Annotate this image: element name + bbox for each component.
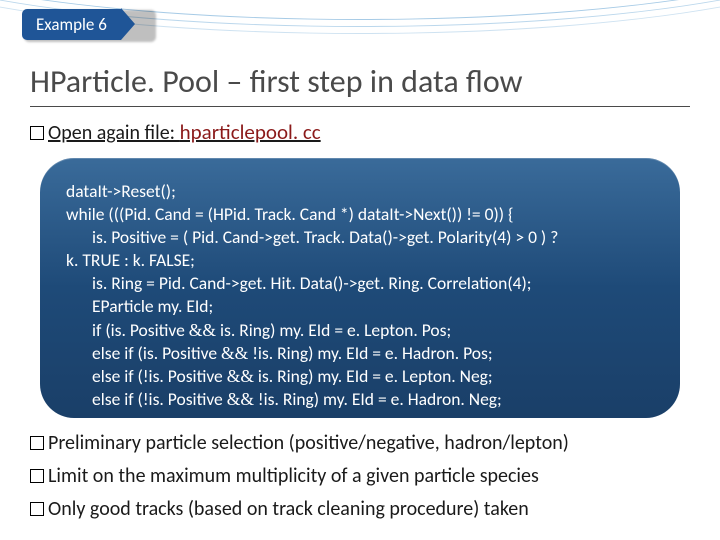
bullet-box-icon bbox=[30, 436, 44, 450]
bullet-text: Limit on the maximum multiplicity of a g… bbox=[48, 464, 539, 488]
code-line: else if (!is. Positive && is. Ring) my. … bbox=[66, 365, 658, 388]
bullet-text: Only good tracks (based on track cleanin… bbox=[48, 497, 529, 521]
code-line: while (((Pid. Cand = (HPid. Track. Cand … bbox=[66, 203, 658, 226]
bullet-item: Preliminary particle selection (positive… bbox=[30, 430, 690, 457]
title-divider bbox=[30, 106, 690, 107]
slide: Example 6 HParticle. Pool – first step i… bbox=[0, 0, 720, 540]
filename-text: hparticlepool. cc bbox=[180, 119, 321, 145]
bullet-group-bottom: Preliminary particle selection (positive… bbox=[30, 430, 690, 529]
code-line: if (is. Positive && is. Ring) my. EId = … bbox=[66, 319, 658, 342]
bullet-text: Open again file: bbox=[48, 121, 180, 145]
bullet-text: Preliminary particle selection (positive… bbox=[48, 431, 569, 455]
code-line: k. TRUE : k. FALSE; bbox=[66, 249, 658, 272]
bullet-item: Only good tracks (based on track cleanin… bbox=[30, 496, 690, 523]
bullet-box-icon bbox=[30, 469, 44, 483]
code-line: else if (!is. Positive && !is. Ring) my.… bbox=[66, 388, 658, 411]
bullet-box-icon bbox=[30, 502, 44, 516]
code-line: is. Ring = Pid. Cand->get. Hit. Data()->… bbox=[66, 272, 658, 295]
example-badge: Example 6 bbox=[22, 8, 135, 40]
badge-arrow-icon bbox=[121, 8, 135, 40]
code-line: is. Positive = ( Pid. Cand->get. Track. … bbox=[66, 226, 658, 249]
bullet-group-top: Open again file: hparticlepool. cc bbox=[30, 118, 690, 153]
code-lines: dataIt->Reset();while (((Pid. Cand = (HP… bbox=[66, 180, 658, 411]
code-line: dataIt->Reset(); bbox=[66, 180, 658, 203]
code-line: else if (is. Positive && !is. Ring) my. … bbox=[66, 342, 658, 365]
code-line: EParticle my. EId; bbox=[66, 295, 658, 318]
slide-title: HParticle. Pool – first step in data flo… bbox=[30, 62, 522, 101]
bullet-item: Limit on the maximum multiplicity of a g… bbox=[30, 463, 690, 490]
badge-label: Example 6 bbox=[22, 9, 121, 40]
code-panel: dataIt->Reset();while (((Pid. Cand = (HP… bbox=[40, 158, 680, 418]
bullet-open-file: Open again file: hparticlepool. cc bbox=[30, 118, 690, 147]
bullet-box-icon bbox=[30, 126, 44, 140]
